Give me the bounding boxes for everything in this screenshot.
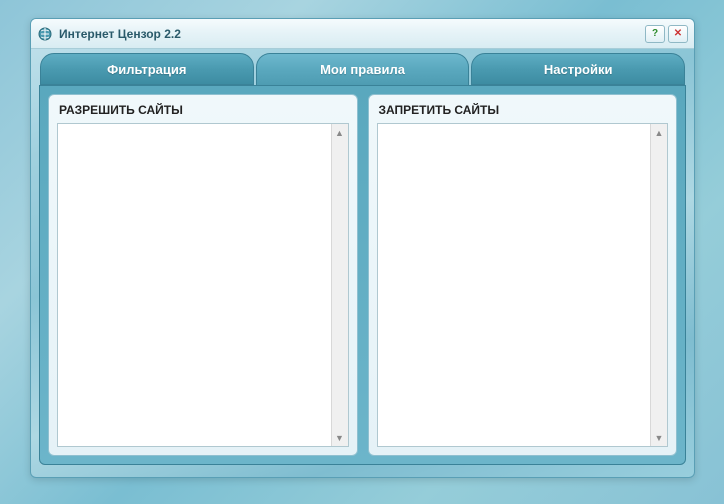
scroll-down-icon[interactable]: ▼ <box>652 429 667 446</box>
scroll-down-icon[interactable]: ▼ <box>332 429 347 446</box>
deny-list-container: ▲ ▼ <box>377 123 669 447</box>
help-button[interactable]: ? <box>645 25 665 43</box>
window-title: Интернет Цензор 2.2 <box>59 27 642 41</box>
allow-list-container: ▲ ▼ <box>57 123 349 447</box>
close-button[interactable]: ✕ <box>668 25 688 43</box>
app-icon <box>37 26 53 42</box>
tab-bar: Фильтрация Мои правила Настройки <box>31 53 694 85</box>
deny-panel-title: ЗАПРЕТИТЬ САЙТЫ <box>377 103 669 117</box>
titlebar: Интернет Цензор 2.2 ? ✕ <box>31 19 694 49</box>
deny-list[interactable] <box>378 124 651 446</box>
content-area: РАЗРЕШИТЬ САЙТЫ ▲ ▼ ЗАПРЕТИТЬ САЙТЫ ▲ ▼ <box>39 85 686 465</box>
scroll-up-icon[interactable]: ▲ <box>332 124 347 141</box>
deny-panel: ЗАПРЕТИТЬ САЙТЫ ▲ ▼ <box>368 94 678 456</box>
tab-myrules-label: Мои правила <box>320 62 405 77</box>
deny-scrollbar[interactable]: ▲ ▼ <box>650 124 667 446</box>
tab-filtering[interactable]: Фильтрация <box>40 53 254 85</box>
app-window: Интернет Цензор 2.2 ? ✕ Фильтрация Мои п… <box>30 18 695 478</box>
tab-myrules[interactable]: Мои правила <box>256 53 470 85</box>
scroll-up-icon[interactable]: ▲ <box>652 124 667 141</box>
allow-panel-title: РАЗРЕШИТЬ САЙТЫ <box>57 103 349 117</box>
tab-settings-label: Настройки <box>544 62 613 77</box>
allow-scrollbar[interactable]: ▲ ▼ <box>331 124 348 446</box>
tab-settings[interactable]: Настройки <box>471 53 685 85</box>
allow-panel: РАЗРЕШИТЬ САЙТЫ ▲ ▼ <box>48 94 358 456</box>
allow-list[interactable] <box>58 124 331 446</box>
tab-filtering-label: Фильтрация <box>107 62 186 77</box>
